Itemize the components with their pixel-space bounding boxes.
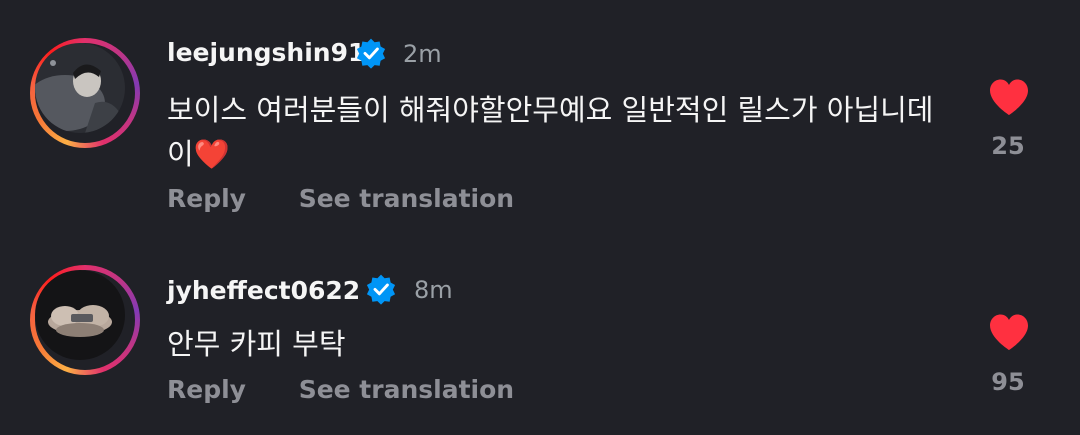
comment-text: 안무 카피 부탁: [167, 327, 346, 361]
like-heart-icon[interactable]: [988, 78, 1030, 116]
comment-item: jyheffect0622 8m 안무 카피 부탁 Reply See tran…: [0, 240, 1080, 435]
verified-badge-icon: [366, 274, 396, 305]
like-count: 25: [991, 132, 1025, 160]
heart-emoji: ❤️: [193, 137, 230, 171]
like-count: 95: [991, 368, 1025, 396]
comment-actions: Reply See translation: [167, 375, 514, 404]
username[interactable]: leejungshin91: [167, 38, 365, 67]
comment-actions: Reply See translation: [167, 184, 514, 213]
verified-badge-icon: [356, 38, 386, 69]
username[interactable]: jyheffect0622: [167, 276, 360, 305]
profile-photo-icon: [35, 43, 125, 133]
avatar[interactable]: [30, 38, 140, 148]
profile-photo-icon: [35, 270, 125, 360]
see-translation-button[interactable]: See translation: [299, 184, 514, 213]
timestamp: 8m: [414, 276, 453, 304]
reply-button[interactable]: Reply: [167, 375, 246, 404]
comment-item: leejungshin91 2m 보이스 여러분들이 해줘야할안무예요 일반적인…: [0, 0, 1080, 240]
reply-button[interactable]: Reply: [167, 184, 246, 213]
avatar[interactable]: [30, 265, 140, 375]
comment-text: 보이스 여러분들이 해줘야할안무예요 일반적인 릴스가 아닙니데이❤️: [167, 93, 934, 171]
timestamp: 2m: [403, 40, 442, 68]
like-heart-icon[interactable]: [988, 313, 1030, 351]
see-translation-button[interactable]: See translation: [299, 375, 514, 404]
